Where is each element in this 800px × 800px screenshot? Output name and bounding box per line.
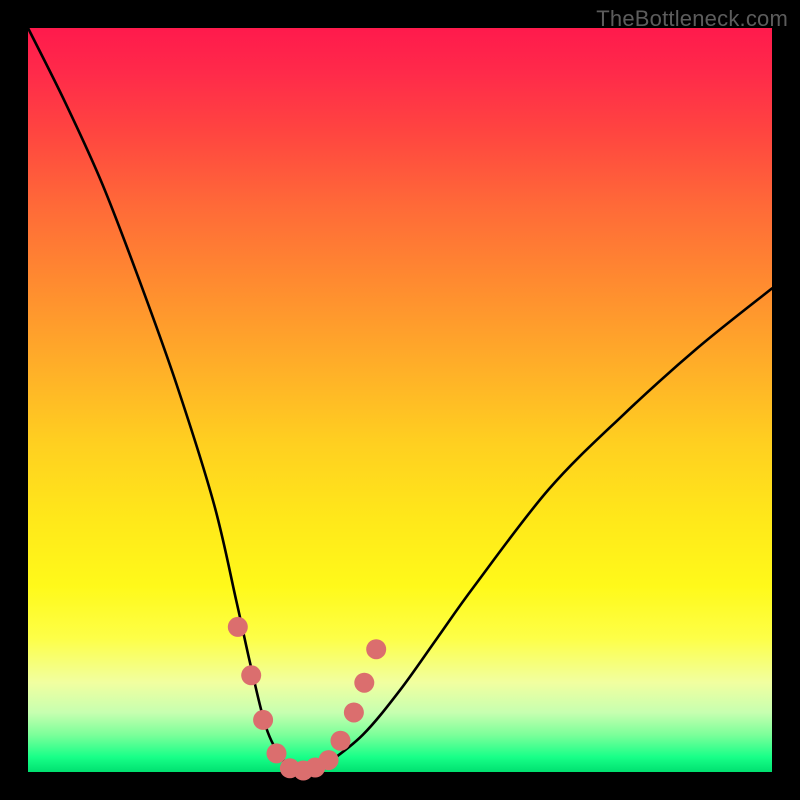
highlight-dot bbox=[228, 617, 248, 637]
highlight-dot bbox=[266, 743, 286, 763]
highlight-dot bbox=[241, 665, 261, 685]
bottleneck-curve-line bbox=[28, 28, 772, 773]
plot-area bbox=[28, 28, 772, 772]
highlight-dot bbox=[366, 639, 386, 659]
highlight-dot bbox=[330, 731, 350, 751]
chart-frame: TheBottleneck.com bbox=[0, 0, 800, 800]
highlight-dot bbox=[319, 750, 339, 770]
highlight-dots-group bbox=[228, 617, 386, 781]
watermark-text: TheBottleneck.com bbox=[596, 6, 788, 32]
chart-svg bbox=[28, 28, 772, 772]
highlight-dot bbox=[344, 702, 364, 722]
highlight-dot bbox=[354, 673, 374, 693]
highlight-dot bbox=[253, 710, 273, 730]
